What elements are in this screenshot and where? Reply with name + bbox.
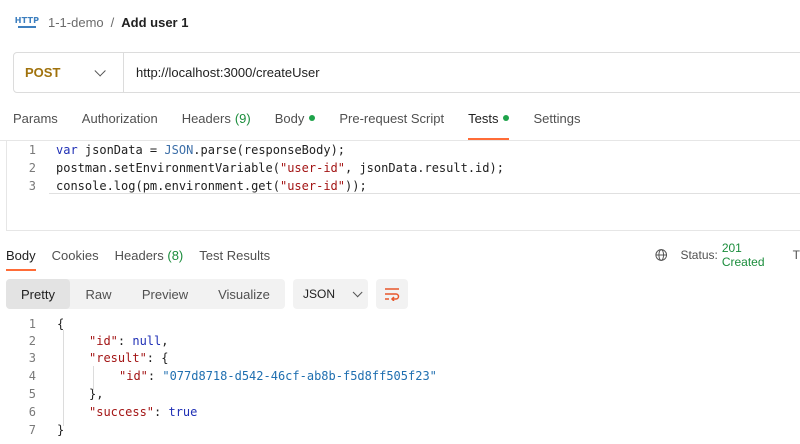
tab-cookies[interactable]: Cookies [52, 248, 99, 263]
response-view-switcher: Pretty Raw Preview Visualize [6, 279, 285, 309]
view-preview-button[interactable]: Preview [127, 279, 203, 309]
status-label: Status: [680, 248, 718, 262]
http-request-icon: HTTP [15, 13, 39, 31]
wrap-lines-button[interactable] [376, 279, 408, 309]
response-code: "id": "077d8718-d542-46cf-ab8b-f5d8ff505… [119, 369, 437, 383]
response-code: "result": { [89, 351, 169, 365]
globe-icon[interactable] [655, 248, 668, 262]
format-label: JSON [303, 287, 336, 301]
line-number: 2 [28, 334, 36, 348]
response-line: 1 { [0, 315, 64, 333]
script-code[interactable]: postman.setEnvironmentVariable("user-id"… [56, 161, 504, 175]
headers-count: (9) [234, 110, 251, 126]
response-code: { [57, 317, 65, 331]
response-tabs: Body Cookies Headers (8) Test Results [6, 246, 286, 271]
line-number: 1 [28, 143, 36, 157]
tab-tests[interactable]: Tests [468, 108, 510, 140]
url-bar: POST [13, 52, 800, 93]
method-label: POST [25, 65, 61, 80]
response-code: "id": null, [89, 334, 169, 348]
response-line: 6 "success": true [0, 403, 198, 421]
body-indicator-dot [309, 115, 316, 121]
response-line: 3 "result": { [0, 349, 169, 367]
response-time-truncated[interactable]: T [793, 248, 800, 262]
response-code: "success": true [89, 405, 198, 419]
chevron-down-icon [94, 64, 107, 77]
tab-test-results[interactable]: Test Results [199, 248, 270, 263]
script-line: 2 postman.setEnvironmentVariable("user-i… [0, 159, 504, 177]
response-line: 7 } [0, 421, 64, 439]
view-pretty-button[interactable]: Pretty [6, 279, 70, 309]
line-number: 5 [28, 387, 36, 401]
line-number: 1 [28, 317, 36, 331]
format-select[interactable]: JSON [293, 279, 368, 309]
url-input[interactable] [136, 65, 636, 80]
breadcrumb-separator: / [110, 14, 115, 30]
tab-pre-request-script[interactable]: Pre-request Script [339, 108, 444, 128]
line-number: 3 [28, 351, 36, 365]
wrap-lines-icon [385, 288, 400, 301]
method-select[interactable]: POST [14, 53, 124, 92]
status-code[interactable]: 201 Created [722, 241, 781, 269]
line-number: 6 [28, 405, 36, 419]
response-line: 4 "id": "077d8718-d542-46cf-ab8b-f5d8ff5… [0, 367, 437, 385]
line-number: 7 [28, 423, 36, 437]
view-raw-button[interactable]: Raw [70, 279, 127, 309]
tab-settings[interactable]: Settings [533, 108, 580, 128]
tab-response-headers[interactable]: Headers (8) [115, 248, 184, 263]
line-number: 3 [28, 179, 36, 193]
line-number: 2 [28, 161, 36, 175]
response-headers-count: (8) [167, 247, 184, 263]
script-line: 1 var jsonData = JSON.parse(responseBody… [0, 141, 345, 159]
response-status: Status: 201 Created T [655, 241, 800, 269]
breadcrumb-collection[interactable]: 1-1-demo [48, 15, 104, 30]
response-line: 2 "id": null, [0, 332, 169, 350]
tab-body[interactable]: Body [275, 108, 316, 128]
response-code: } [57, 423, 65, 437]
line-number: 4 [28, 369, 36, 383]
script-code[interactable]: var jsonData = JSON.parse(responseBody); [56, 143, 345, 157]
view-visualize-button[interactable]: Visualize [203, 279, 285, 309]
script-code[interactable]: console.log(pm.environment.get("user-id"… [56, 179, 367, 193]
tests-indicator-dot [503, 115, 510, 121]
request-name[interactable]: Add user 1 [121, 15, 188, 30]
tab-headers[interactable]: Headers (9) [182, 108, 251, 128]
chevron-down-icon [352, 286, 363, 297]
request-tabs: Params Authorization Headers (9) Body Pre… [13, 108, 604, 140]
tab-authorization[interactable]: Authorization [82, 108, 158, 128]
tab-params[interactable]: Params [13, 108, 58, 128]
response-code: }, [89, 387, 104, 401]
tab-response-body[interactable]: Body [6, 248, 36, 271]
breadcrumb: HTTP 1-1-demo / Add user 1 [15, 12, 189, 32]
current-line-highlight [49, 193, 800, 194]
response-line: 5 }, [0, 385, 104, 403]
